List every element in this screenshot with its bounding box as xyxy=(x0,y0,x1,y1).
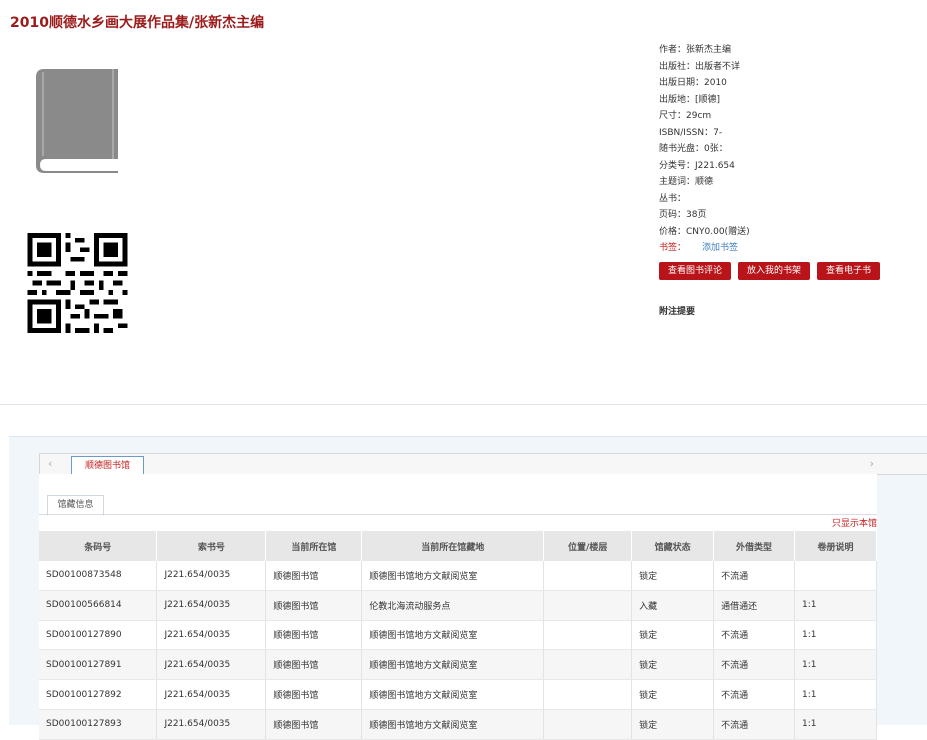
cell-call-number: J221.654/0035 xyxy=(156,709,267,740)
cell-loan-type: 不流通 xyxy=(713,649,796,681)
add-to-shelf-button[interactable]: 放入我的书架 xyxy=(738,262,811,280)
view-reviews-button[interactable]: 查看图书评论 xyxy=(659,262,732,280)
cell-status: 入藏 xyxy=(631,590,715,621)
cell-barcode: SD00100873548 xyxy=(39,561,158,591)
cell-floor xyxy=(543,590,633,621)
table-row: SD00100566814 J221.654/0035 顺德图书馆 伦教北海流动… xyxy=(39,590,877,621)
cell-barcode: SD00100127890 xyxy=(39,620,158,651)
col-barcode: 条码号 xyxy=(39,531,158,561)
meta-series: 丛书： xyxy=(659,193,687,204)
chevron-left-icon[interactable]: ‹ xyxy=(48,457,52,470)
cell-floor xyxy=(543,561,633,591)
tab-holdings-info[interactable]: 馆藏信息 xyxy=(47,495,104,516)
cell-barcode: SD00100127893 xyxy=(39,709,158,740)
cell-floor xyxy=(543,709,633,740)
col-volume: 卷册说明 xyxy=(794,531,877,561)
meta-publisher: 出版社：出版者不详 xyxy=(659,61,741,72)
section-divider xyxy=(0,404,927,405)
meta-size: 尺寸：29cm xyxy=(659,111,712,121)
cell-status: 锁定 xyxy=(631,649,715,681)
annotation-heading: 附注提要 xyxy=(659,307,696,317)
tab-library[interactable]: 顺德图书馆 xyxy=(71,456,144,475)
cell-call-number: J221.654/0035 xyxy=(156,590,267,621)
table-row: SD00100127893 J221.654/0035 顺德图书馆 顺德图书馆地… xyxy=(39,709,877,740)
cell-library: 顺德图书馆 xyxy=(265,561,363,591)
book-cover-icon xyxy=(36,69,118,173)
cell-floor xyxy=(543,679,633,710)
meta-pub-date: 出版日期：2010 xyxy=(659,78,727,88)
cell-loan-type: 通借通还 xyxy=(713,590,796,621)
cell-call-number: J221.654/0035 xyxy=(156,561,267,591)
view-ebook-button[interactable]: 查看电子书 xyxy=(817,262,881,280)
only-this-library-link[interactable]: 只显示本馆 xyxy=(832,516,877,529)
cell-library: 顺德图书馆 xyxy=(265,620,363,651)
meta-pages: 页码：38页 xyxy=(659,210,707,220)
table-row: SD00100127892 J221.654/0035 顺德图书馆 顺德图书馆地… xyxy=(39,679,877,710)
col-loan-type: 外借类型 xyxy=(713,531,796,561)
cell-volume xyxy=(794,561,877,591)
cell-floor xyxy=(543,649,633,681)
cell-library: 顺德图书馆 xyxy=(265,679,363,710)
cell-status: 锁定 xyxy=(631,679,715,710)
cell-library: 顺德图书馆 xyxy=(265,590,363,621)
cell-call-number: J221.654/0035 xyxy=(156,649,267,681)
cell-loan-type: 不流通 xyxy=(713,620,796,651)
cell-location: 伦教北海流动服务点 xyxy=(361,590,545,621)
cell-status: 锁定 xyxy=(631,709,715,740)
col-call-number: 索书号 xyxy=(156,531,267,561)
cell-loan-type: 不流通 xyxy=(713,561,796,591)
add-tag-link[interactable]: 添加书签 xyxy=(702,243,738,253)
holdings-table: 条码号 索书号 当前所在馆 当前所在馆藏地 位置/楼层 馆藏状态 外借类型 卷册… xyxy=(39,531,877,740)
cell-location: 顺德图书馆地方文献阅览室 xyxy=(361,709,545,740)
cell-location: 顺德图书馆地方文献阅览室 xyxy=(361,679,545,710)
tag-label: 书签： xyxy=(659,243,687,253)
holdings-content: 馆藏信息 只显示本馆 条码号 索书号 当前所在馆 当前所在馆藏地 位置/楼层 馆… xyxy=(39,474,877,740)
meta-price: 价格：CNY0.00(赠送) xyxy=(659,226,750,237)
subtab-divider xyxy=(39,514,877,515)
cell-barcode: SD00100127891 xyxy=(39,649,158,681)
meta-subject: 主题词：顺德 xyxy=(659,177,714,187)
cell-volume: 1:1 xyxy=(794,679,877,710)
table-row: SD00100127890 J221.654/0035 顺德图书馆 顺德图书馆地… xyxy=(39,620,877,651)
cell-volume: 1:1 xyxy=(794,590,877,621)
chevron-right-icon[interactable]: › xyxy=(870,457,874,470)
meta-author: 作者：张新杰主编 xyxy=(659,45,732,55)
col-location: 当前所在馆藏地 xyxy=(361,531,545,561)
book-metadata: 作者：张新杰主编 出版社：出版者不详 出版日期：2010 出版地：[顺德] 尺寸… xyxy=(659,42,750,257)
library-tabbar: ‹ 顺德图书馆 › xyxy=(39,453,927,475)
meta-class-number: 分类号：J221.654 xyxy=(659,160,735,171)
cell-location: 顺德图书馆地方文献阅览室 xyxy=(361,649,545,681)
page-title: 2010顺德水乡画大展作品集/张新杰主编 xyxy=(10,15,265,31)
holdings-header-row: 条码号 索书号 当前所在馆 当前所在馆藏地 位置/楼层 馆藏状态 外借类型 卷册… xyxy=(39,531,877,561)
cell-barcode: SD00100127892 xyxy=(39,679,158,710)
cell-volume: 1:1 xyxy=(794,709,877,740)
cell-barcode: SD00100566814 xyxy=(39,590,158,621)
cell-library: 顺德图书馆 xyxy=(265,709,363,740)
qr-code xyxy=(27,233,128,333)
cell-volume: 1:1 xyxy=(794,620,877,651)
meta-pub-place: 出版地：[顺德] xyxy=(659,94,721,105)
meta-tags: 书签： 添加书签 xyxy=(659,240,750,257)
cell-call-number: J221.654/0035 xyxy=(156,620,267,651)
cell-floor xyxy=(543,620,633,651)
cell-loan-type: 不流通 xyxy=(713,709,796,740)
cell-location: 顺德图书馆地方文献阅览室 xyxy=(361,620,545,651)
table-row: SD00100127891 J221.654/0035 顺德图书馆 顺德图书馆地… xyxy=(39,649,877,681)
col-floor: 位置/楼层 xyxy=(543,531,633,561)
cell-location: 顺德图书馆地方文献阅览室 xyxy=(361,561,545,591)
col-status: 馆藏状态 xyxy=(631,531,715,561)
action-buttons: 查看图书评论 放入我的书架 查看电子书 xyxy=(659,262,881,280)
meta-isbn: ISBN/ISSN：7- xyxy=(659,127,723,138)
cell-status: 锁定 xyxy=(631,561,715,591)
table-row: SD00100873548 J221.654/0035 顺德图书馆 顺德图书馆地… xyxy=(39,561,877,591)
cell-status: 锁定 xyxy=(631,620,715,651)
meta-cd: 随书光盘：0张： xyxy=(659,144,728,154)
cell-loan-type: 不流通 xyxy=(713,679,796,710)
cell-volume: 1:1 xyxy=(794,649,877,681)
col-library: 当前所在馆 xyxy=(265,531,363,561)
cell-call-number: J221.654/0035 xyxy=(156,679,267,710)
cell-library: 顺德图书馆 xyxy=(265,649,363,681)
